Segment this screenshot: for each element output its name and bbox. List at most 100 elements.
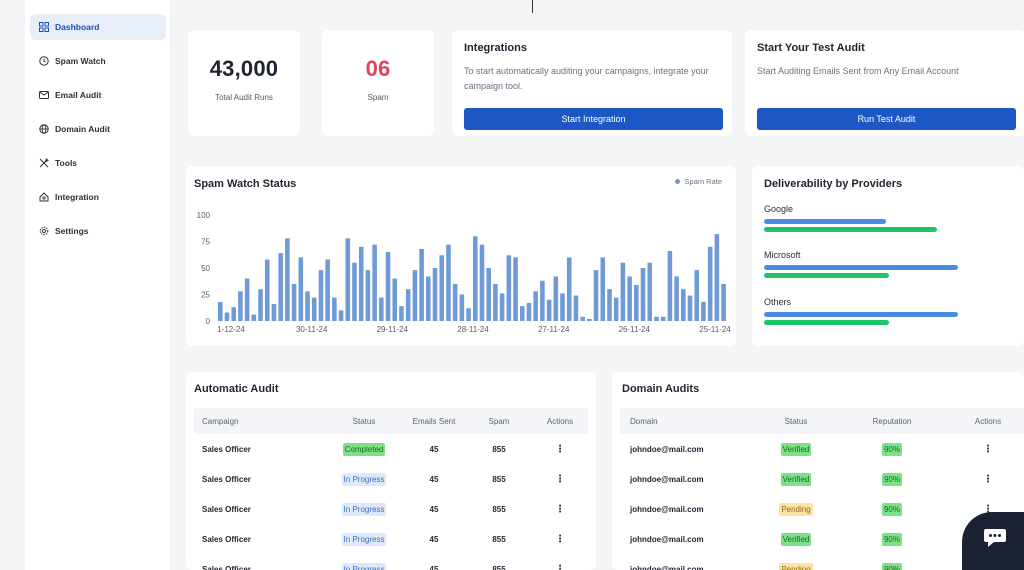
sidebar-item-domain-audit[interactable]: Domain Audit: [30, 116, 166, 142]
chart-bar: [405, 289, 411, 321]
chart-bar: [345, 238, 351, 321]
chart-bar: [600, 257, 606, 321]
chart-bar: [486, 268, 491, 321]
start-integration-button[interactable]: Start Integration: [464, 108, 723, 130]
table-row[interactable]: Sales Officer Completed 45 855 ⋮: [194, 434, 588, 464]
chart-bar: [251, 314, 257, 321]
chart-bar: [533, 291, 538, 321]
sidebar-item-label: Domain Audit: [55, 124, 110, 134]
sidebar-item-settings[interactable]: Settings: [30, 218, 166, 244]
reputation-cell: 90%: [832, 494, 952, 524]
provider-bar-blue: [764, 312, 959, 317]
sidebar-item-integration[interactable]: Integration: [30, 184, 166, 210]
reputation-badge: 90%: [881, 532, 902, 546]
total-audit-runs-card: 43,000 Total Audit Runs: [188, 30, 300, 136]
email-audit-icon: [39, 90, 49, 100]
actions-cell: ⋮: [532, 554, 588, 570]
more-actions-icon[interactable]: ⋮: [983, 444, 993, 455]
chart-bar: [627, 276, 632, 321]
chart-bar: [479, 244, 485, 321]
table-row[interactable]: Sales Officer In Progress 45 855 ⋮: [194, 524, 588, 554]
x-tick-label: 28-11-24: [457, 325, 489, 334]
chart-bar: [412, 270, 418, 321]
chart-bar: [332, 297, 337, 321]
chart-bar: [352, 262, 357, 321]
x-tick-label: 27-11-24: [538, 325, 570, 334]
x-tick-label: 26-11-24: [619, 325, 651, 334]
table-row[interactable]: Sales Officer In Progress 45 855 ⋮: [194, 554, 588, 570]
sidebar-item-label: Email Audit: [55, 90, 102, 100]
more-actions-icon[interactable]: ⋮: [555, 564, 565, 570]
chart-bar: [358, 246, 364, 321]
chart-bar: [640, 268, 646, 321]
actions-cell: ⋮: [952, 464, 1024, 494]
sidebar-item-dashboard[interactable]: Dashboard: [30, 14, 166, 40]
run-test-audit-button[interactable]: Run Test Audit: [757, 108, 1016, 130]
more-actions-icon[interactable]: ⋮: [555, 534, 565, 545]
reputation-badge: 90%: [881, 442, 902, 456]
table-row[interactable]: johndoe@mail.comPending90%⋮: [620, 494, 1024, 524]
column-header-domain: Domain: [620, 408, 760, 434]
sidebar-item-tools[interactable]: Tools: [30, 150, 166, 176]
status-cell: In Progress: [326, 554, 402, 570]
actions-cell: ⋮: [532, 464, 588, 494]
chart-bar: [271, 304, 277, 321]
chat-button[interactable]: [962, 512, 1024, 570]
chart-bar: [506, 255, 512, 321]
top-divider: [532, 0, 533, 13]
reputation-cell: 90%: [832, 554, 952, 570]
status-badge: Pending: [779, 562, 813, 570]
status-cell: Pending: [760, 494, 832, 524]
chart-bar: [338, 310, 344, 321]
total-audit-runs-value: 43,000: [209, 56, 279, 81]
table-row[interactable]: johndoe@mail.com Verified 90% ⋮: [620, 434, 1024, 464]
chart-bar: [452, 283, 458, 321]
more-actions-icon[interactable]: ⋮: [983, 474, 993, 485]
automatic-audit-title: Automatic Audit: [194, 383, 279, 395]
chart-bar: [546, 299, 552, 321]
sidebar-item-label: Tools: [55, 158, 78, 168]
status-badge: Verified: [780, 532, 812, 546]
chart-bar: [238, 291, 243, 321]
table-row[interactable]: Sales Officer In Progress 45 855 ⋮: [194, 494, 588, 524]
table-row[interactable]: johndoe@mail.com Verified 90% ⋮: [620, 464, 1024, 494]
more-actions-icon[interactable]: ⋮: [555, 474, 565, 485]
status-badge: In Progress: [341, 532, 387, 546]
sidebar-item-spam-watch[interactable]: Spam Watch: [30, 48, 166, 74]
spam-watch-chart: 0 25 50 75 100 1-12-24 30-11-24 29-11-24 28-11-2…: [197, 211, 732, 334]
chart-bar: [379, 297, 384, 321]
chart-bar: [667, 251, 673, 321]
column-header-status: Status: [760, 408, 832, 434]
chart-bar: [325, 259, 330, 321]
chart-bar: [593, 270, 599, 321]
status-badge: In Progress: [341, 502, 387, 516]
chart-bar: [721, 283, 726, 321]
table-header-row: Domain Status Reputation Actions: [620, 408, 1024, 434]
chart-bar: [714, 234, 720, 321]
test-audit-description: Start Auditing Emails Sent from Any Emai…: [757, 66, 959, 76]
column-header-reputation: Reputation: [832, 408, 952, 434]
emails-sent-cell: 45: [429, 564, 439, 570]
chart-bar: [305, 291, 310, 321]
more-actions-icon[interactable]: ⋮: [555, 504, 565, 515]
spam-count-label: Spam: [367, 93, 389, 102]
chart-bar: [674, 276, 679, 321]
chart-bar: [311, 297, 317, 321]
campaign-cell: Sales Officer: [202, 444, 251, 454]
reputation-badge: 90%: [881, 502, 902, 516]
spam-cell: 855: [492, 504, 506, 514]
sidebar-item-email-audit[interactable]: Email Audit: [30, 82, 166, 108]
status-cell: In Progress: [326, 464, 402, 494]
emails-sent-cell: 45: [429, 444, 439, 454]
provider-label: Microsoft: [764, 250, 801, 260]
table-row[interactable]: Sales Officer In Progress 45 855 ⋮: [194, 464, 588, 494]
chat-icon: [982, 526, 1008, 548]
campaign-cell: Sales Officer: [202, 564, 251, 570]
actions-cell: ⋮: [532, 494, 588, 524]
chart-bar: [607, 289, 612, 321]
more-actions-icon[interactable]: ⋮: [555, 444, 565, 455]
chart-bar: [681, 289, 686, 321]
chart-bar: [654, 316, 659, 321]
chart-bar: [291, 283, 297, 321]
status-cell: Pending: [760, 554, 832, 570]
